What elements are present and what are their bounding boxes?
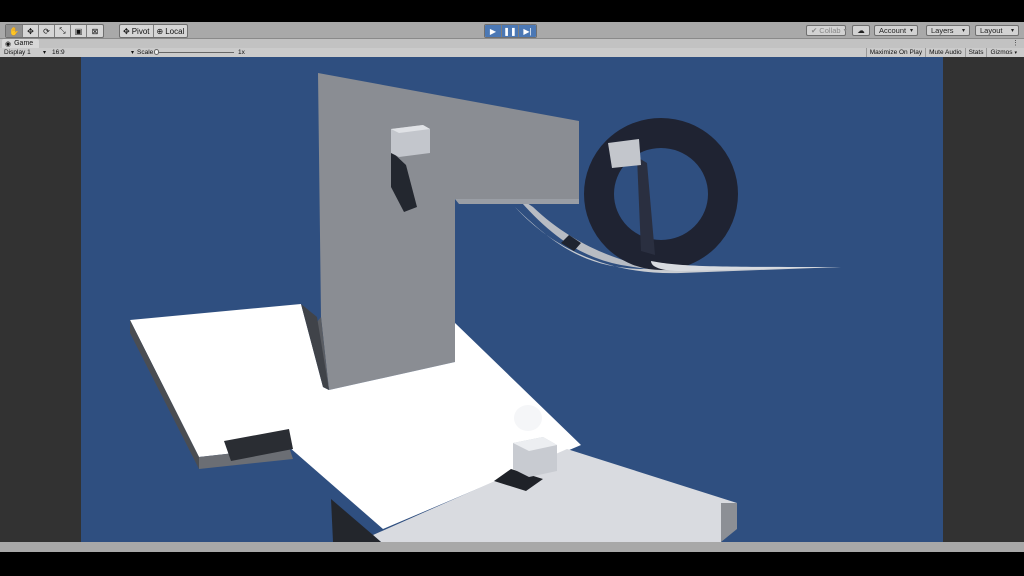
display-dropdown[interactable]: Display 1 ▾ [4, 48, 46, 57]
stats-toggle[interactable]: Stats [964, 48, 987, 57]
layout-dropdown[interactable]: Layout ▾ [975, 25, 1019, 36]
pivot-toggle-group: ✥ Pivot ⊕ Local [119, 24, 189, 38]
cloud-icon: ☁ [857, 26, 865, 35]
scale-label: Scale [137, 49, 154, 56]
chevron-down-icon: ▾ [909, 28, 913, 34]
tab-game[interactable]: ◉ Game [2, 39, 40, 48]
account-label: Account [879, 26, 907, 35]
player-ball [514, 405, 542, 431]
rotate-tool-icon[interactable]: ⟳ [39, 25, 55, 37]
step-button[interactable]: ▶| [519, 25, 536, 37]
local-button[interactable]: ⊕ Local [154, 25, 188, 37]
wall-ledge [455, 199, 579, 204]
letterbox-bottom [0, 552, 1024, 576]
local-icon: ⊕ [156, 26, 164, 36]
display-label: Display 1 [4, 49, 31, 56]
transform-tools: ✋ ✥ ⟳ ⤡ ▣ ⊠ [5, 24, 104, 38]
play-button[interactable]: ▶ [485, 25, 502, 37]
aspect-label: 16:9 [52, 49, 65, 56]
main-toolbar: ✋ ✥ ⟳ ⤡ ▣ ⊠ ✥ Pivot ⊕ Local ▶ ❚❚ ▶| ✔ Co… [0, 22, 1024, 39]
game-view-options: Maximize On Play Mute Audio Stats Gizmos… [865, 48, 1020, 57]
chevron-down-icon: ▾ [1014, 49, 1017, 56]
pivot-button[interactable]: ✥ Pivot [120, 25, 154, 37]
pivot-icon: ✥ [123, 26, 130, 36]
pivot-label: Pivot [131, 26, 150, 36]
cloud-button[interactable]: ☁ [852, 25, 870, 36]
collab-check-icon: ✔ [811, 26, 818, 35]
local-label: Local [165, 26, 185, 36]
aspect-dropdown[interactable]: 16:9 ▾ [52, 48, 134, 57]
tab-bar: ◉ Game ⋮ [0, 39, 1024, 48]
playback-controls: ▶ ❚❚ ▶| [484, 24, 537, 38]
scene-render [81, 57, 943, 542]
game-viewport-area [0, 57, 1024, 542]
layout-label: Layout [980, 26, 1003, 35]
game-viewport[interactable] [81, 57, 943, 542]
loop-cube [608, 139, 641, 168]
chevron-down-icon: ▾ [1010, 28, 1014, 34]
scale-slider-track[interactable] [156, 52, 234, 53]
scale-slider-thumb[interactable] [154, 49, 159, 55]
gizmos-label: Gizmos [990, 49, 1013, 56]
maximize-on-play-toggle[interactable]: Maximize On Play [865, 48, 925, 57]
layers-dropdown[interactable]: Layers ▾ [926, 25, 970, 36]
tab-game-label: Game [14, 40, 34, 47]
chevron-down-icon: ▾ [130, 50, 134, 56]
account-dropdown[interactable]: Account ▾ [874, 25, 918, 36]
bottom-status-strip [0, 542, 1024, 552]
chevron-down-icon: ▾ [961, 28, 965, 34]
chevron-down-icon: ▾ [42, 50, 46, 56]
layers-label: Layers [931, 26, 954, 35]
transform-tool-icon[interactable]: ⊠ [87, 25, 103, 37]
letterbox-top [0, 0, 1024, 22]
tab-menu-icon[interactable]: ⋮ [1012, 39, 1019, 47]
scale-value: 1x [238, 49, 245, 56]
mute-audio-toggle[interactable]: Mute Audio [925, 48, 965, 57]
hand-tool-icon[interactable]: ✋ [6, 25, 23, 37]
move-tool-icon[interactable]: ✥ [23, 25, 39, 37]
pause-button[interactable]: ❚❚ [502, 25, 519, 37]
chevron-down-icon: ▾ [843, 28, 847, 34]
scale-tool-icon[interactable]: ⤡ [55, 25, 71, 37]
collab-button[interactable]: ✔ Collab ▾ [806, 25, 847, 36]
rect-tool-icon[interactable]: ▣ [71, 25, 87, 37]
gizmos-dropdown[interactable]: Gizmos ▾ [986, 48, 1020, 57]
game-icon: ◉ [5, 40, 12, 48]
collab-label: Collab [819, 26, 841, 35]
